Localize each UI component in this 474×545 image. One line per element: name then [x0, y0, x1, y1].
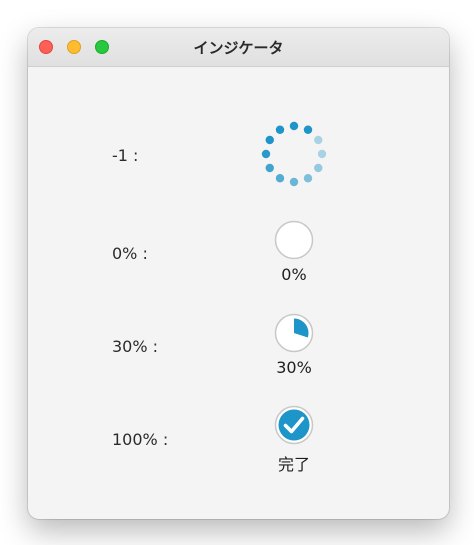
spinner-dot: [289, 177, 299, 187]
title-bar[interactable]: インジケータ: [28, 28, 449, 67]
spinner-dot: [289, 121, 299, 131]
spinner-dot: [303, 174, 313, 183]
progress-caption-complete: 完了: [277, 455, 310, 474]
spinner-dot: [265, 163, 274, 173]
progress-caption-30: 30%: [276, 358, 312, 377]
app-window: インジケータ -1 : 0% : 0% 30% : 30% 100% : 完了: [28, 28, 449, 519]
spinner-dot: [261, 149, 271, 159]
progress-ring: [274, 220, 314, 260]
spinner-dot: [317, 149, 327, 159]
progress-indicator-0: [274, 220, 314, 260]
spinner-dot: [275, 125, 285, 134]
spinner-dot: [265, 135, 274, 145]
progress-indicator-30: [274, 313, 314, 353]
spinner-dot: [314, 163, 323, 173]
row-label-100: 100% :: [112, 430, 169, 449]
row-label-indeterminate: -1 :: [112, 146, 139, 165]
spinner-dot: [314, 135, 323, 145]
window-title: インジケータ: [193, 39, 284, 57]
indeterminate-spinner-icon: [261, 121, 327, 187]
progress-caption-0: 0%: [281, 265, 307, 284]
row-label-0: 0% :: [112, 244, 148, 263]
spinner-dot: [275, 174, 285, 183]
check-fill: [278, 409, 310, 441]
completed-check-icon: [274, 405, 314, 445]
spinner-dot: [303, 125, 313, 134]
row-label-30: 30% :: [112, 337, 159, 356]
